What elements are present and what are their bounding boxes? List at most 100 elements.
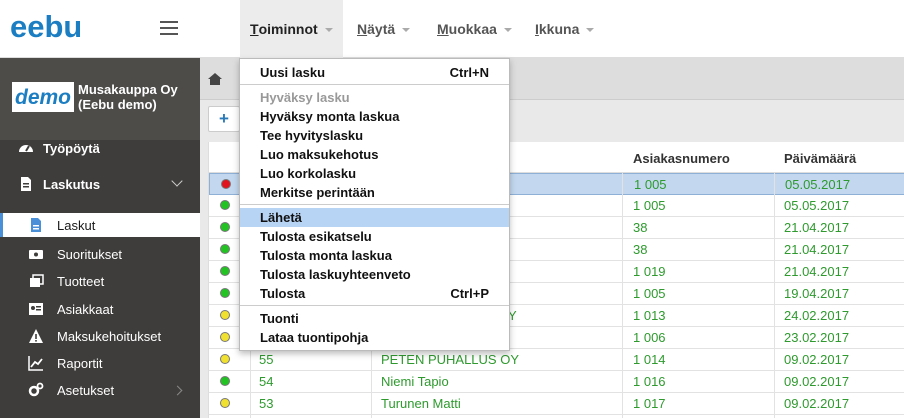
menu-item-label: Tuonti	[260, 311, 299, 326]
cell-date: 09.02.2017	[784, 374, 850, 389]
menu-muokkaa-label: uokkaa	[448, 21, 497, 37]
menu-item[interactable]: Tulosta monta laskua	[240, 246, 509, 265]
menu-ikkuna-label: kkuna	[538, 21, 580, 37]
menu-item[interactable]: Tee hyvityslasku	[240, 126, 509, 145]
cell-customer-number: 1 016	[633, 374, 666, 389]
menu-item-shortcut: Ctrl+N	[449, 65, 489, 80]
menu-item[interactable]: Tulosta laskuyhteenveto	[240, 265, 509, 284]
cell-customer-number: 1 006	[633, 330, 666, 345]
hamburger-menu-icon[interactable]	[160, 21, 178, 35]
table-row[interactable]: 54 Niemi Tapio 1 016 09.02.2017	[209, 371, 904, 393]
column-header-date[interactable]: Päivämäärä	[784, 151, 856, 166]
column-header-customer-number[interactable]: Asiakasnumero	[633, 151, 730, 166]
sidebar-item-asetukset[interactable]: Asetukset	[0, 379, 200, 401]
caret-down-icon	[324, 28, 333, 32]
sidebar-item-asiakkaat[interactable]: Asiakkaat	[0, 298, 200, 320]
sidebar-item-label: Laskut	[57, 217, 96, 233]
menu-toiminnot-mnemonic: T	[250, 21, 259, 37]
invoice-icon	[21, 177, 31, 191]
menu-item[interactable]: Luo korkolasku	[240, 164, 509, 183]
cell-date: 21.04.2017	[784, 220, 850, 235]
sidebar-item-tyopoyta[interactable]: Työpöytä	[0, 136, 200, 160]
status-dot-icon	[220, 332, 230, 342]
add-invoice-button[interactable]: +	[208, 106, 240, 132]
company-logo: demo	[12, 82, 74, 112]
cash-icon	[29, 250, 43, 259]
menu-separator	[240, 84, 509, 85]
sidebar-item-tuotteet[interactable]: Tuotteet	[0, 270, 200, 292]
menu-item-label: Luo maksukehotus	[260, 147, 379, 162]
warning-icon	[29, 329, 43, 343]
cell-customer-number: 38	[633, 220, 648, 235]
menu-nayta[interactable]: Näytä	[347, 0, 420, 58]
cell-date: 19.04.2017	[784, 286, 850, 301]
menu-item-label: Luo korkolasku	[260, 166, 357, 181]
contacts-icon	[29, 303, 43, 315]
status-dot-icon	[220, 376, 230, 386]
sidebar-item-label: Raportit	[57, 355, 103, 371]
home-icon[interactable]	[207, 72, 223, 86]
cell-date: 05.05.2017	[784, 198, 850, 213]
company-logo-text: demo	[15, 86, 71, 109]
table-row[interactable]: 55 PETEN PUHALLUS OY 1 014 09.02.2017	[209, 349, 904, 371]
menu-item-label: Lataa tuontipohja	[260, 330, 369, 345]
sidebar-item-laskutus[interactable]: Laskutus	[0, 172, 200, 196]
menu-item[interactable]: Tulosta esikatselu	[240, 227, 509, 246]
menu-item[interactable]: Lähetä	[240, 208, 509, 227]
company-header[interactable]: demo Musakauppa Oy (Eebu demo)	[0, 58, 200, 140]
cell-date: 24.02.2017	[784, 308, 850, 323]
menu-ikkuna[interactable]: Ikkuna	[525, 0, 604, 58]
document-icon	[31, 218, 41, 232]
sidebar-item-raportit[interactable]: Raportit	[0, 352, 200, 374]
menu-item-shortcut: Ctrl+P	[450, 286, 489, 301]
menu-muokkaa[interactable]: Muokkaa	[427, 0, 522, 58]
status-dot-icon	[220, 266, 230, 276]
menu-item-label: Tulosta monta laskua	[260, 248, 392, 263]
menu-separator	[240, 204, 509, 205]
cell-date: 09.02.2017	[784, 396, 850, 411]
menu-item-label: Merkitse perintään	[260, 185, 375, 200]
top-bar: eebu Toiminnot Näytä Muokkaa Ikkuna	[0, 0, 904, 58]
menu-toiminnot[interactable]: Toiminnot	[240, 0, 343, 58]
menu-item[interactable]: Uusi lasku Ctrl+N	[240, 63, 509, 82]
eebu-logo[interactable]: eebu	[10, 10, 80, 42]
chevron-down-icon	[171, 175, 183, 187]
sidebar-item-label: Asiakkaat	[57, 301, 114, 317]
cell-customer-number: 1 005	[634, 177, 667, 192]
company-name-line2: (Eebu demo)	[78, 97, 157, 112]
cell-date: 05.05.2017	[785, 177, 851, 192]
cell-customer-number: 38	[633, 242, 648, 257]
sidebar-item-label: Asetukset	[57, 382, 115, 398]
cell-customer-name: Turunen Matti	[381, 396, 461, 411]
dashboard-icon	[19, 145, 33, 152]
menu-muokkaa-mnemonic: M	[437, 21, 449, 37]
status-dot-icon	[220, 200, 230, 210]
status-dot-icon	[220, 288, 230, 298]
cell-customer-number: 1 005	[633, 286, 666, 301]
menu-item[interactable]: Lataa tuontipohja	[240, 328, 509, 347]
status-dot-icon	[220, 222, 230, 232]
sidebar-item-laskut[interactable]: Laskut	[0, 213, 200, 237]
cell-customer-name: Niemi Tapio	[381, 374, 449, 389]
menu-item-label: Tulosta	[260, 286, 306, 301]
chevron-right-icon	[172, 385, 183, 396]
menu-nayta-label: äytä	[367, 21, 396, 37]
menu-item-label: Tee hyvityslasku	[260, 128, 364, 143]
sidebar-item-maksukehoitukset[interactable]: Maksukehoitukset	[0, 325, 200, 347]
menu-item[interactable]: Tulosta Ctrl+P	[240, 284, 509, 303]
table-row[interactable]: 53 Turunen Matti 1 017 09.02.2017	[209, 393, 904, 415]
cell-customer-number: 1 017	[633, 396, 666, 411]
products-icon	[30, 274, 44, 287]
menu-item[interactable]: Hyväksy monta laskua	[240, 107, 509, 126]
menu-item[interactable]: Tuonti	[240, 309, 509, 328]
status-dot-icon	[220, 310, 230, 320]
gears-icon	[28, 382, 44, 397]
cell-customer-number: 1 019	[633, 264, 666, 279]
menu-nayta-mnemonic: N	[357, 21, 368, 37]
cell-date: 21.04.2017	[784, 242, 850, 257]
menu-item[interactable]: Merkitse perintään	[240, 183, 509, 202]
sidebar-item-suoritukset[interactable]: Suoritukset	[0, 243, 200, 265]
menu-item[interactable]: Luo maksukehotus	[240, 145, 509, 164]
cell-date: 21.04.2017	[784, 264, 850, 279]
logo-text: eebu	[10, 10, 80, 42]
